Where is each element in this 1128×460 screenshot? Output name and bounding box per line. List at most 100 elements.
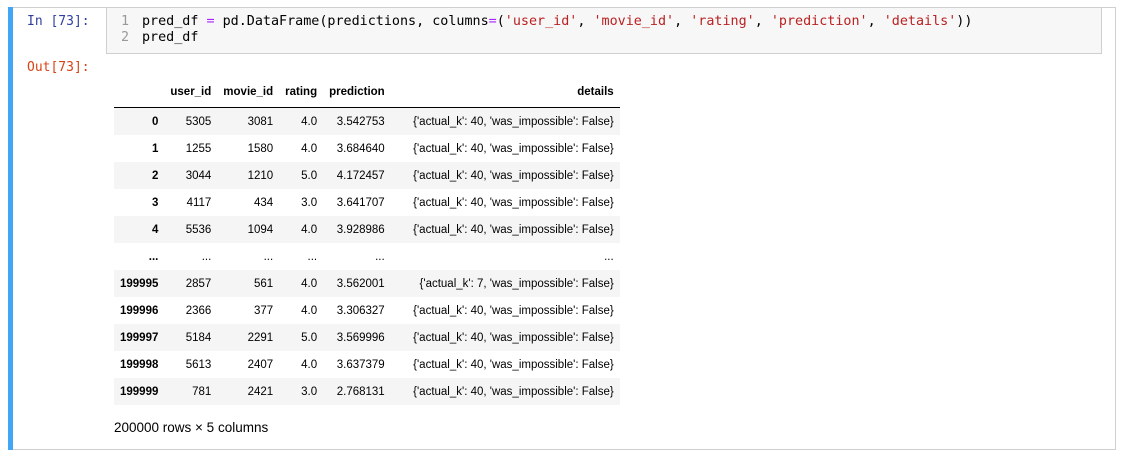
- row-index: 199997: [120, 331, 159, 344]
- table-cell: 2.768131: [336, 385, 385, 398]
- table-row: ..................: [114, 243, 620, 270]
- table-cell: ...: [201, 250, 212, 263]
- table-cell: {'actual_k': 40, 'was_impossible': False…: [413, 358, 614, 371]
- column-header-details: details: [390, 77, 620, 108]
- code-token: pred_df: [142, 30, 199, 45]
- table-cell: 3.641707: [336, 196, 385, 209]
- table-cell: 4.0: [301, 358, 318, 371]
- table-cell: {'actual_k': 7, 'was_impossible': False}: [419, 277, 614, 290]
- string-token: 'user_id': [504, 14, 578, 29]
- table-cell: 4.172457: [336, 169, 385, 182]
- table-cell: 2857: [185, 277, 212, 290]
- line-number: 2: [120, 30, 129, 45]
- table-cell: 5.0: [301, 331, 318, 344]
- table-row: 0 5305 3081 4.0 3.542753 {'actual_k': 40, 'wa…: [114, 107, 620, 135]
- operator-token: =: [488, 14, 497, 29]
- table-cell: 3.928986: [336, 223, 385, 236]
- table-cell: 5.0: [301, 169, 318, 182]
- column-header-rating: rating: [279, 77, 324, 108]
- code-content[interactable]: 1 pred_df = pd.DataFrame(predictions, col…: [111, 14, 972, 46]
- table-cell: 561: [253, 277, 274, 290]
- table-cell: 2291: [247, 331, 274, 344]
- table-cell: 5536: [185, 223, 212, 236]
- code-token: pred_df: [142, 14, 207, 29]
- table-cell: 434: [253, 196, 274, 209]
- row-index: 2: [151, 169, 159, 182]
- row-index: 3: [151, 196, 159, 209]
- table-cell: ...: [307, 250, 318, 263]
- string-token: 'rating': [690, 14, 755, 29]
- table-cell: 1210: [247, 169, 274, 182]
- row-index: 1: [151, 142, 159, 155]
- dataframe-shape-text: 200000 rows × 5 columns: [114, 420, 269, 435]
- row-index: 199995: [120, 277, 159, 290]
- code-line[interactable]: 2 pred_df: [111, 30, 972, 46]
- code-token: )): [956, 14, 973, 29]
- string-token: 'movie_id': [593, 14, 675, 29]
- table-cell: 4.0: [301, 223, 318, 236]
- code-token: ,: [674, 14, 691, 29]
- table-cell: 3.0: [301, 385, 318, 398]
- table-cell: 5305: [185, 115, 212, 128]
- table-cell: 3.562001: [336, 277, 385, 290]
- table-cell: 3044: [185, 169, 212, 182]
- row-index: 0: [151, 115, 159, 128]
- code-line[interactable]: 1 pred_df = pd.DataFrame(predictions, col…: [111, 14, 972, 30]
- table-row: 4 5536 1094 4.0 3.928986 {'actual_k': 40, 'wa…: [114, 216, 620, 243]
- table-row: 1 1255 1580 4.0 3.684640 {'actual_k': 40, 'wa…: [114, 135, 620, 162]
- code-token: pd.DataFrame(predictions, columns: [214, 14, 489, 29]
- row-index: 199999: [120, 385, 159, 398]
- table-cell: 4.0: [301, 142, 318, 155]
- table-cell: 4117: [186, 196, 212, 209]
- code-token: (: [496, 14, 505, 29]
- output-prompt: Out[73]:: [27, 60, 90, 75]
- table-cell: {'actual_k': 40, 'was_impossible': False…: [413, 169, 614, 182]
- column-header-movie-id: movie_id: [217, 77, 280, 108]
- operator-token: =: [206, 14, 215, 29]
- table-cell: 2421: [247, 385, 274, 398]
- code-editor[interactable]: 1 pred_df = pd.DataFrame(predictions, col…: [106, 7, 1102, 54]
- table-cell: 2366: [185, 304, 212, 317]
- table-cell: 4.0: [301, 115, 318, 128]
- table-cell: {'actual_k': 40, 'was_impossible': False…: [413, 304, 614, 317]
- table-row: 199999 781 2421 3.0 2.768131 {'actual_k': 40,…: [114, 378, 620, 405]
- string-token: 'details': [883, 14, 957, 29]
- table-cell: {'actual_k': 40, 'was_impossible': False…: [413, 196, 614, 209]
- row-index: 199996: [120, 304, 159, 317]
- table-cell: 3.637379: [336, 358, 385, 371]
- table-cell: {'actual_k': 40, 'was_impossible': False…: [413, 331, 614, 344]
- table-row: 199996 2366 377 4.0 3.306327 {'actual_k': 40,…: [114, 297, 620, 324]
- table-cell: 4.0: [301, 277, 318, 290]
- table-header-row: user_id movie_id rating prediction detai…: [114, 77, 620, 108]
- row-index: 199998: [120, 358, 159, 371]
- table-cell: 3.306327: [336, 304, 385, 317]
- table-cell: {'actual_k': 40, 'was_impossible': False…: [413, 385, 614, 398]
- table-cell: ...: [263, 250, 274, 263]
- table-cell: {'actual_k': 40, 'was_impossible': False…: [413, 223, 614, 236]
- table-cell: 4.0: [301, 304, 318, 317]
- table-cell: ...: [375, 250, 385, 263]
- dataframe-table: user_id movie_id rating prediction detai…: [114, 77, 620, 405]
- table-cell: 5184: [185, 331, 212, 344]
- input-prompt: In [73]:: [27, 14, 90, 29]
- table-cell: 3081: [247, 115, 274, 128]
- row-index: ...: [148, 250, 159, 263]
- table-cell: {'actual_k': 40, 'was_impossible': False…: [413, 142, 614, 155]
- table-cell: 3.684640: [336, 142, 385, 155]
- table-cell: 1094: [247, 223, 274, 236]
- table-cell: 3.542753: [336, 115, 385, 128]
- row-index: 4: [151, 223, 159, 236]
- table-row: 2 3044 1210 5.0 4.172457 {'actual_k': 40, 'wa…: [114, 162, 620, 189]
- table-cell: 1255: [185, 142, 212, 155]
- table-cell: 2407: [247, 358, 274, 371]
- cell-selection-bar: [8, 7, 13, 450]
- column-header-user-id: user_id: [164, 77, 218, 108]
- table-cell: 377: [253, 304, 274, 317]
- code-token: ,: [577, 14, 594, 29]
- table-row: 199995 2857 561 4.0 3.562001 {'actual_k': 7, …: [114, 270, 620, 297]
- table-row: 199998 5613 2407 4.0 3.637379 {'actual_k': 40…: [114, 351, 620, 378]
- table-cell: 1580: [247, 142, 274, 155]
- table-cell: 3.569996: [336, 331, 385, 344]
- index-header: [114, 77, 165, 108]
- table-row: 3 4117 434 3.0 3.641707 {'actual_k': 40, 'was…: [114, 189, 620, 216]
